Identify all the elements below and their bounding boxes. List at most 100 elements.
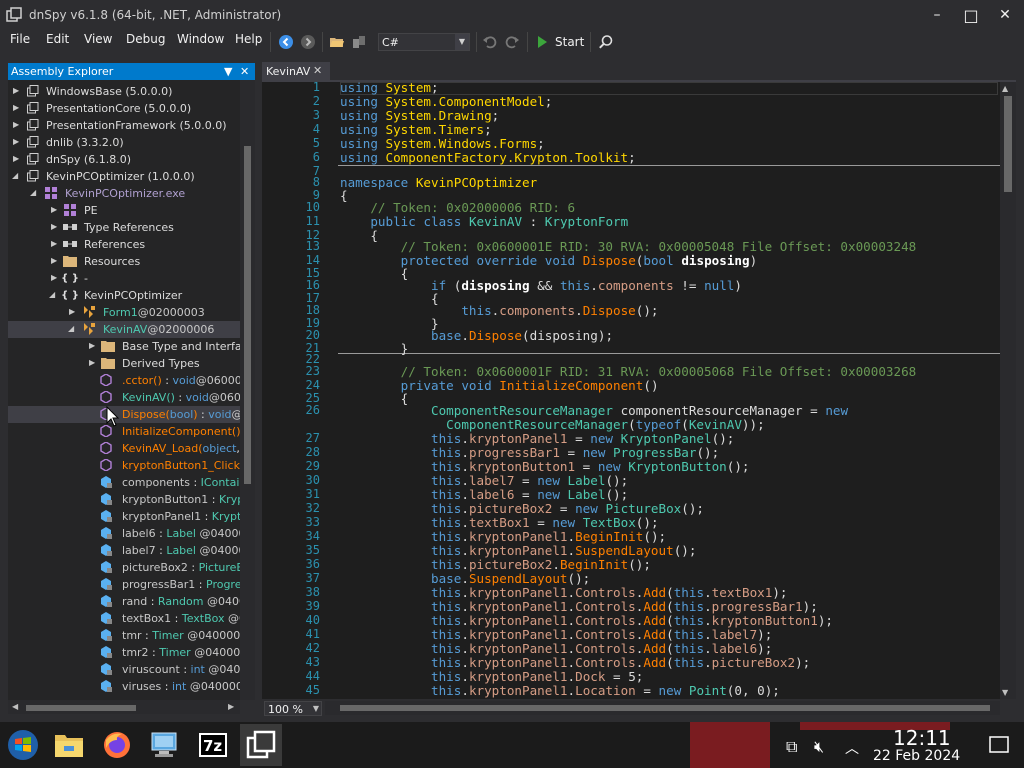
tree-item-dnlib[interactable]: ▶ dnlib (3.3.2.0) [8, 134, 244, 151]
expand-icon[interactable]: ▶ [13, 137, 21, 147]
expand-icon[interactable]: ▶ [51, 273, 59, 283]
minimize-button[interactable]: – [920, 0, 954, 30]
tree-item-field-label6[interactable]: label6 : Label @0400004 [8, 525, 255, 542]
navigate-back-button[interactable] [277, 33, 295, 51]
tree-item-kevinav[interactable]: ◢ KevinAV@02000006 [8, 321, 244, 338]
search-button[interactable] [597, 33, 615, 51]
expand-icon[interactable]: ▶ [51, 239, 59, 249]
tree-scroll-thumb[interactable] [244, 146, 251, 484]
clock-date[interactable]: 22 Feb 2024 [873, 748, 960, 764]
tree-item-presentationcore[interactable]: ▶ PresentationCore (5.0.0.0) [8, 100, 244, 117]
expand-icon[interactable]: ▶ [13, 86, 21, 96]
expand-icon[interactable]: ▶ [51, 256, 59, 266]
collapse-icon[interactable]: ◢ [30, 188, 38, 198]
tree-item-resources[interactable]: ▶ Resources [8, 253, 244, 270]
tree-item-field-tmr[interactable]: tmr : Timer @04000045 [8, 627, 254, 644]
tree-item-form1[interactable]: ▶ Form1@02000003 [8, 304, 244, 321]
taskbar-control-panel[interactable] [144, 724, 186, 766]
expand-icon[interactable]: ▶ [13, 120, 21, 130]
tree-item-field-textbox1[interactable]: textBox1 : TextBox @04 [8, 610, 253, 627]
tab-kevinav[interactable]: KevinAV ✕ [262, 62, 330, 80]
chevron-down-icon[interactable]: ▼ [224, 63, 232, 80]
open-button[interactable] [328, 33, 346, 51]
menu-file[interactable]: File [10, 32, 30, 46]
maximize-button[interactable]: □ [954, 0, 988, 30]
editor-scroll-thumb[interactable] [1004, 96, 1012, 192]
tree-item-field-kryptonpanel1[interactable]: kryptonPanel1 : Krypton [8, 508, 255, 525]
tree-item-references[interactable]: ▶ References [8, 236, 244, 253]
tree-item-presentationframework[interactable]: ▶ PresentationFramework (5.0.0.0) [8, 117, 244, 134]
language-select[interactable]: C# ▼ [378, 33, 470, 51]
assembly-tree[interactable]: ▶ WindowsBase (5.0.0.0) ▶ PresentationCo… [8, 80, 255, 700]
tree-item-dnspy[interactable]: ▶ dnSpy (6.1.8.0) [8, 151, 244, 168]
tree-item-method-dispose[interactable]: Dispose(bool) : void@0 [8, 406, 250, 423]
expand-icon[interactable]: ▶ [13, 154, 21, 164]
tree-item-method-ctor[interactable]: KevinAV() : void@06000 [8, 389, 255, 406]
volume-muted-icon[interactable]: 🔇︎ [814, 737, 824, 757]
tree-item-method-kevinav-load[interactable]: KevinAV_Load(object, Ev [8, 440, 255, 457]
tree-item-type-references[interactable]: ▶ Type References [8, 219, 244, 236]
tree-item-field-picturebox2[interactable]: pictureBox2 : PictureBox [8, 559, 255, 576]
close-icon[interactable]: ✕ [240, 63, 249, 80]
scroll-down-icon[interactable]: ▼ [1002, 688, 1008, 697]
tree-item-field-label7[interactable]: label7 : Label @0400004 [8, 542, 255, 559]
start-debug-button[interactable] [533, 33, 551, 51]
tree-item-base-types[interactable]: ▶ Base Type and Interface [8, 338, 254, 355]
menu-window[interactable]: Window [177, 32, 224, 46]
tree-item-pe[interactable]: ▶ PE [8, 202, 244, 219]
expand-icon[interactable]: ▶ [51, 205, 59, 215]
tree-item-kevinpcoptimizer-namespace[interactable]: ◢ { } KevinPCOptimizer [8, 287, 244, 304]
editor-hscroll-thumb[interactable] [340, 705, 990, 711]
tree-item-method-cctor[interactable]: .cctor() : void@060000 [8, 372, 249, 389]
expand-icon[interactable]: ▶ [69, 307, 77, 317]
scroll-up-icon[interactable]: ▲ [1002, 84, 1008, 93]
undo-button[interactable] [481, 33, 499, 51]
menu-view[interactable]: View [84, 32, 112, 46]
taskbar-dnspy[interactable] [240, 724, 282, 766]
chevron-up-icon[interactable]: ︿ [845, 738, 859, 758]
taskbar-firefox[interactable] [96, 724, 138, 766]
taskbar-7zip[interactable]: 7z [192, 724, 234, 766]
collapse-icon[interactable]: ◢ [12, 171, 20, 181]
tree-item-field-rand[interactable]: rand : Random @040000 [8, 593, 255, 610]
collapse-icon[interactable]: ◢ [68, 324, 76, 334]
tree-item-derived-types[interactable]: ▶ Derived Types [8, 355, 244, 372]
tree-item-method-button-click[interactable]: kryptonButton1_Click(ob [8, 457, 255, 474]
menu-debug[interactable]: Debug [126, 32, 165, 46]
assembly-icon [26, 135, 40, 149]
navigate-forward-button[interactable] [299, 33, 317, 51]
tree-item-field-progressbar1[interactable]: progressBar1 : Progress [8, 576, 253, 593]
scroll-left-icon[interactable]: ◀ [12, 702, 18, 711]
menu-help[interactable]: Help [235, 32, 262, 46]
code-line-3: using System.Drawing; [340, 108, 500, 123]
open-list-button[interactable] [350, 33, 368, 51]
notifications-icon[interactable] [988, 734, 1010, 756]
close-icon[interactable]: ✕ [313, 64, 322, 77]
clipboard-icon[interactable]: ⧉ [786, 737, 797, 757]
expand-icon[interactable]: ▶ [89, 341, 97, 351]
expand-icon[interactable]: ▶ [51, 222, 59, 232]
tree-item-field-viruses[interactable]: viruses : int @04000048 [8, 678, 255, 695]
redo-button[interactable] [503, 33, 521, 51]
tree-item-empty-namespace[interactable]: ▶ { } - [8, 270, 244, 287]
taskbar-file-explorer[interactable] [48, 724, 90, 766]
tree-item-method-initializecomponent[interactable]: InitializeComponent() : v [8, 423, 255, 440]
tree-item-kevinpcoptimizer-assembly[interactable]: ◢ KevinPCOptimizer (1.0.0.0) [8, 168, 244, 185]
expand-icon[interactable]: ▶ [89, 358, 97, 368]
zoom-select[interactable]: 100 % ▼ [264, 701, 322, 716]
tree-item-field-tmr2[interactable]: tmr2 : Timer @04000046 [8, 644, 255, 661]
start-label[interactable]: Start [555, 35, 584, 49]
menu-edit[interactable]: Edit [46, 32, 69, 46]
tree-item-field-components[interactable]: components : IContainer [8, 474, 255, 491]
scroll-right-icon[interactable]: ▶ [228, 702, 234, 711]
clock-time[interactable]: 12:11 [893, 726, 951, 750]
tree-item-windowsbase[interactable]: ▶ WindowsBase (5.0.0.0) [8, 83, 244, 100]
tree-hscroll-thumb[interactable] [26, 705, 136, 711]
tree-item-field-kryptonbutton1[interactable]: kryptonButton1 : Krypto [8, 491, 255, 508]
start-button[interactable] [2, 724, 44, 766]
expand-icon[interactable]: ▶ [13, 103, 21, 113]
tree-item-field-viruscount[interactable]: viruscount : int @0400 [8, 661, 247, 678]
tree-item-kevinpcoptimizer-exe[interactable]: ◢ KevinPCOptimizer.exe [8, 185, 244, 202]
close-button[interactable]: ✕ [988, 0, 1022, 30]
collapse-icon[interactable]: ◢ [49, 290, 57, 300]
